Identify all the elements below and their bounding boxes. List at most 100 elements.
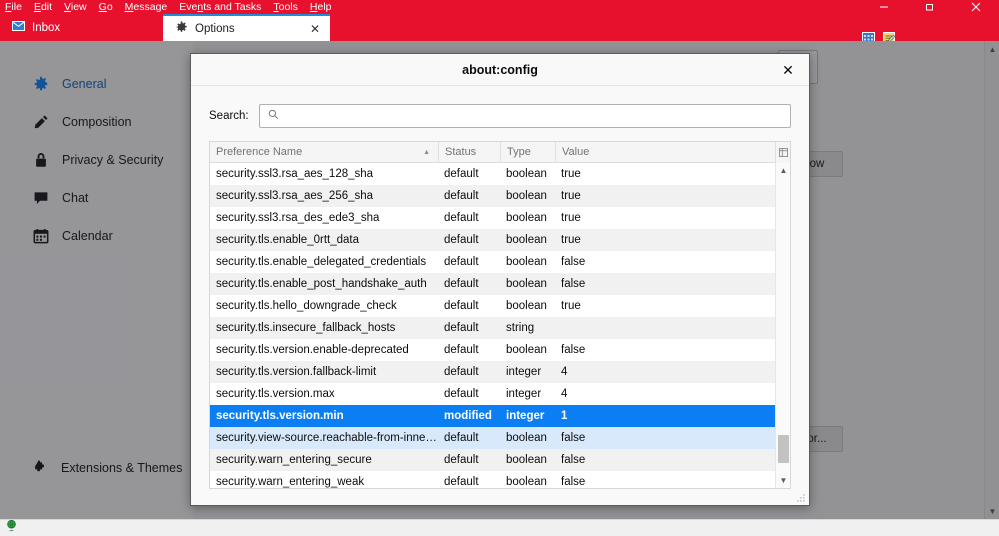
- cell-type: boolean: [506, 278, 547, 290]
- table-row[interactable]: security.tls.enable_delegated_credential…: [210, 251, 790, 273]
- column-header-type-label: Type: [507, 146, 531, 158]
- cell-value: true: [561, 212, 581, 224]
- cell-status: default: [444, 278, 479, 290]
- table-row[interactable]: security.tls.version.max default integer 4: [210, 383, 790, 405]
- cell-type: boolean: [506, 212, 547, 224]
- cell-name: security.tls.insecure_fallback_hosts: [216, 322, 396, 334]
- menu-edit[interactable]: Edit: [34, 0, 52, 14]
- cell-value: false: [561, 278, 586, 290]
- cell-name: security.ssl3.rsa_des_ede3_sha: [216, 212, 380, 224]
- column-header-status[interactable]: Status: [438, 142, 500, 163]
- table-row[interactable]: security.ssl3.rsa_aes_128_sha default bool…: [210, 163, 790, 185]
- table-scrollbar[interactable]: ▲ ▼: [775, 163, 790, 488]
- restore-button[interactable]: [907, 0, 953, 14]
- column-header-status-label: Status: [445, 146, 477, 158]
- menu-tools[interactable]: Tools: [273, 0, 298, 14]
- table-row[interactable]: security.view-source.reachable-from-inne…: [210, 427, 790, 449]
- cell-name: security.view-source.reachable-from-inne…: [216, 432, 438, 444]
- table-row[interactable]: security.tls.version.min modified integer 1: [210, 405, 790, 427]
- table-scroll-down-arrow[interactable]: ▼: [776, 473, 790, 488]
- dialog-close-icon[interactable]: ✕: [775, 54, 801, 86]
- search-input[interactable]: [284, 106, 790, 126]
- minimize-button[interactable]: [861, 0, 907, 14]
- table-body: security.ssl3.rsa_aes_128_sha default bool…: [210, 163, 790, 488]
- table-row[interactable]: security.warn_entering_weak default boolea…: [210, 471, 790, 488]
- cell-type: integer: [506, 388, 542, 400]
- title-bar: File Edit View Go Message Events and Tasks Too…: [0, 0, 999, 14]
- column-header-type[interactable]: Type: [500, 142, 555, 163]
- cell-status: default: [444, 256, 479, 268]
- tab-close-icon[interactable]: ✕: [310, 23, 320, 35]
- cell-value: false: [561, 344, 586, 356]
- cell-value: true: [561, 234, 581, 246]
- table-row[interactable]: security.tls.insecure_fallback_hosts defa…: [210, 317, 790, 339]
- cell-type: boolean: [506, 454, 547, 466]
- table-scrollbar-thumb[interactable]: [778, 435, 789, 463]
- table-row[interactable]: security.tls.hello_downgrade_check defaul…: [210, 295, 790, 317]
- thunderbird-options-window: File Edit View Go Message Events and Tasks Too…: [0, 0, 999, 536]
- table-row[interactable]: security.ssl3.rsa_aes_256_sha default bool…: [210, 185, 790, 207]
- status-bar: [0, 519, 999, 536]
- cell-value: 4: [561, 366, 568, 378]
- menu-events-and-tasks[interactable]: Events and Tasks: [179, 0, 261, 14]
- cell-status: default: [444, 366, 479, 378]
- table-row[interactable]: security.warn_entering_secure default bool…: [210, 449, 790, 471]
- dialog-header: about:config ✕: [191, 54, 809, 86]
- table-row[interactable]: security.tls.enable_post_handshake_auth d…: [210, 273, 790, 295]
- cell-name: security.tls.enable_post_handshake_auth: [216, 278, 427, 290]
- dialog-title: about:config: [462, 62, 538, 77]
- cell-status: default: [444, 212, 479, 224]
- cell-type: boolean: [506, 234, 547, 246]
- menu-go[interactable]: Go: [99, 0, 113, 14]
- cell-type: integer: [506, 366, 542, 378]
- about-config-dialog: about:config ✕ Search: Preference Name ▲…: [190, 53, 810, 506]
- menu-view[interactable]: View: [64, 0, 87, 14]
- column-options-icon[interactable]: [775, 142, 790, 163]
- cell-value: false: [561, 454, 586, 466]
- cell-type: boolean: [506, 190, 547, 202]
- cell-name: security.tls.version.max: [216, 388, 335, 400]
- table-scroll-up-arrow[interactable]: ▲: [776, 163, 790, 178]
- table-row[interactable]: security.tls.version.fallback-limit defau…: [210, 361, 790, 383]
- menu-help[interactable]: Help: [310, 0, 332, 14]
- tab-strip: Inbox Options ✕: [0, 14, 999, 44]
- cell-value: false: [561, 432, 586, 444]
- cell-type: integer: [506, 410, 545, 422]
- close-button[interactable]: [953, 0, 999, 14]
- cell-name: security.ssl3.rsa_aes_256_sha: [216, 190, 374, 202]
- dialog-body: Search: Preference Name ▲ Status Type Va…: [191, 86, 809, 505]
- column-header-value-label: Value: [562, 146, 590, 158]
- cell-type: boolean: [506, 432, 547, 444]
- tab-options-label: Options: [195, 22, 235, 35]
- cell-name: security.tls.version.enable-deprecated: [216, 344, 409, 356]
- tab-inbox-label: Inbox: [32, 21, 61, 34]
- cell-type: boolean: [506, 256, 547, 268]
- search-icon: [268, 107, 279, 125]
- cell-value: 4: [561, 388, 568, 400]
- dialog-resize-grip[interactable]: [796, 493, 806, 503]
- cell-name: security.tls.enable_0rtt_data: [216, 234, 359, 246]
- column-header-preference-name-label: Preference Name: [216, 146, 303, 158]
- cell-status: default: [444, 344, 479, 356]
- table-row[interactable]: security.tls.version.enable-deprecated de…: [210, 339, 790, 361]
- table-row[interactable]: security.tls.enable_0rtt_data default bool…: [210, 229, 790, 251]
- menu-file[interactable]: File: [5, 0, 22, 14]
- search-box[interactable]: [258, 104, 791, 128]
- table-row[interactable]: security.ssl3.rsa_des_ede3_sha default boo…: [210, 207, 790, 229]
- search-label: Search:: [209, 110, 249, 122]
- tab-options[interactable]: Options ✕: [163, 14, 330, 41]
- cell-value: true: [561, 190, 581, 202]
- column-header-value[interactable]: Value: [555, 142, 775, 163]
- menu-message[interactable]: Message: [125, 0, 168, 14]
- tab-inbox[interactable]: Inbox: [0, 14, 163, 41]
- search-row: Search:: [209, 104, 791, 128]
- cell-type: boolean: [506, 476, 547, 488]
- cell-name: security.tls.hello_downgrade_check: [216, 300, 397, 312]
- mail-icon: [12, 21, 25, 34]
- cell-status: default: [444, 168, 479, 180]
- column-header-preference-name[interactable]: Preference Name ▲: [210, 142, 438, 163]
- network-globe-icon: [5, 519, 18, 536]
- cell-status: default: [444, 388, 479, 400]
- table-header-row: Preference Name ▲ Status Type Value: [210, 142, 790, 163]
- cell-value: true: [561, 300, 581, 312]
